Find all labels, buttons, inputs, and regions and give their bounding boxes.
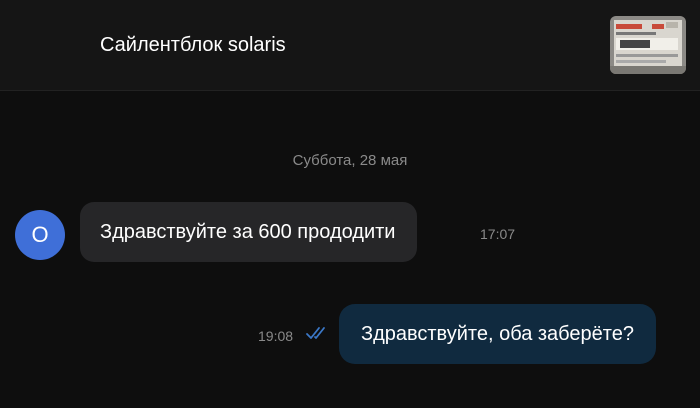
incoming-message-text: Здравствуйте за 600 прододити	[100, 220, 396, 243]
header-divider	[0, 90, 700, 91]
avatar[interactable]: О	[15, 210, 65, 260]
outgoing-message-time: 19:08	[258, 328, 294, 344]
double-check-icon	[306, 327, 325, 339]
outgoing-message-text: Здравствуйте, оба заберёте?	[361, 322, 634, 345]
date-separator: Суббота, 28 мая	[292, 152, 408, 169]
incoming-message-time: 17:07	[480, 226, 516, 242]
incoming-message-bubble[interactable]: Здравствуйте за 600 прододити	[80, 202, 418, 262]
product-thumbnail[interactable]	[610, 16, 686, 74]
product-photo-icon	[610, 16, 686, 74]
outgoing-message-bubble[interactable]: Здравствуйте, оба заберёте?	[339, 304, 656, 364]
chat-header: Сайлентблок solaris	[0, 0, 700, 90]
chat-title[interactable]: Сайлентблок solaris	[100, 34, 286, 57]
